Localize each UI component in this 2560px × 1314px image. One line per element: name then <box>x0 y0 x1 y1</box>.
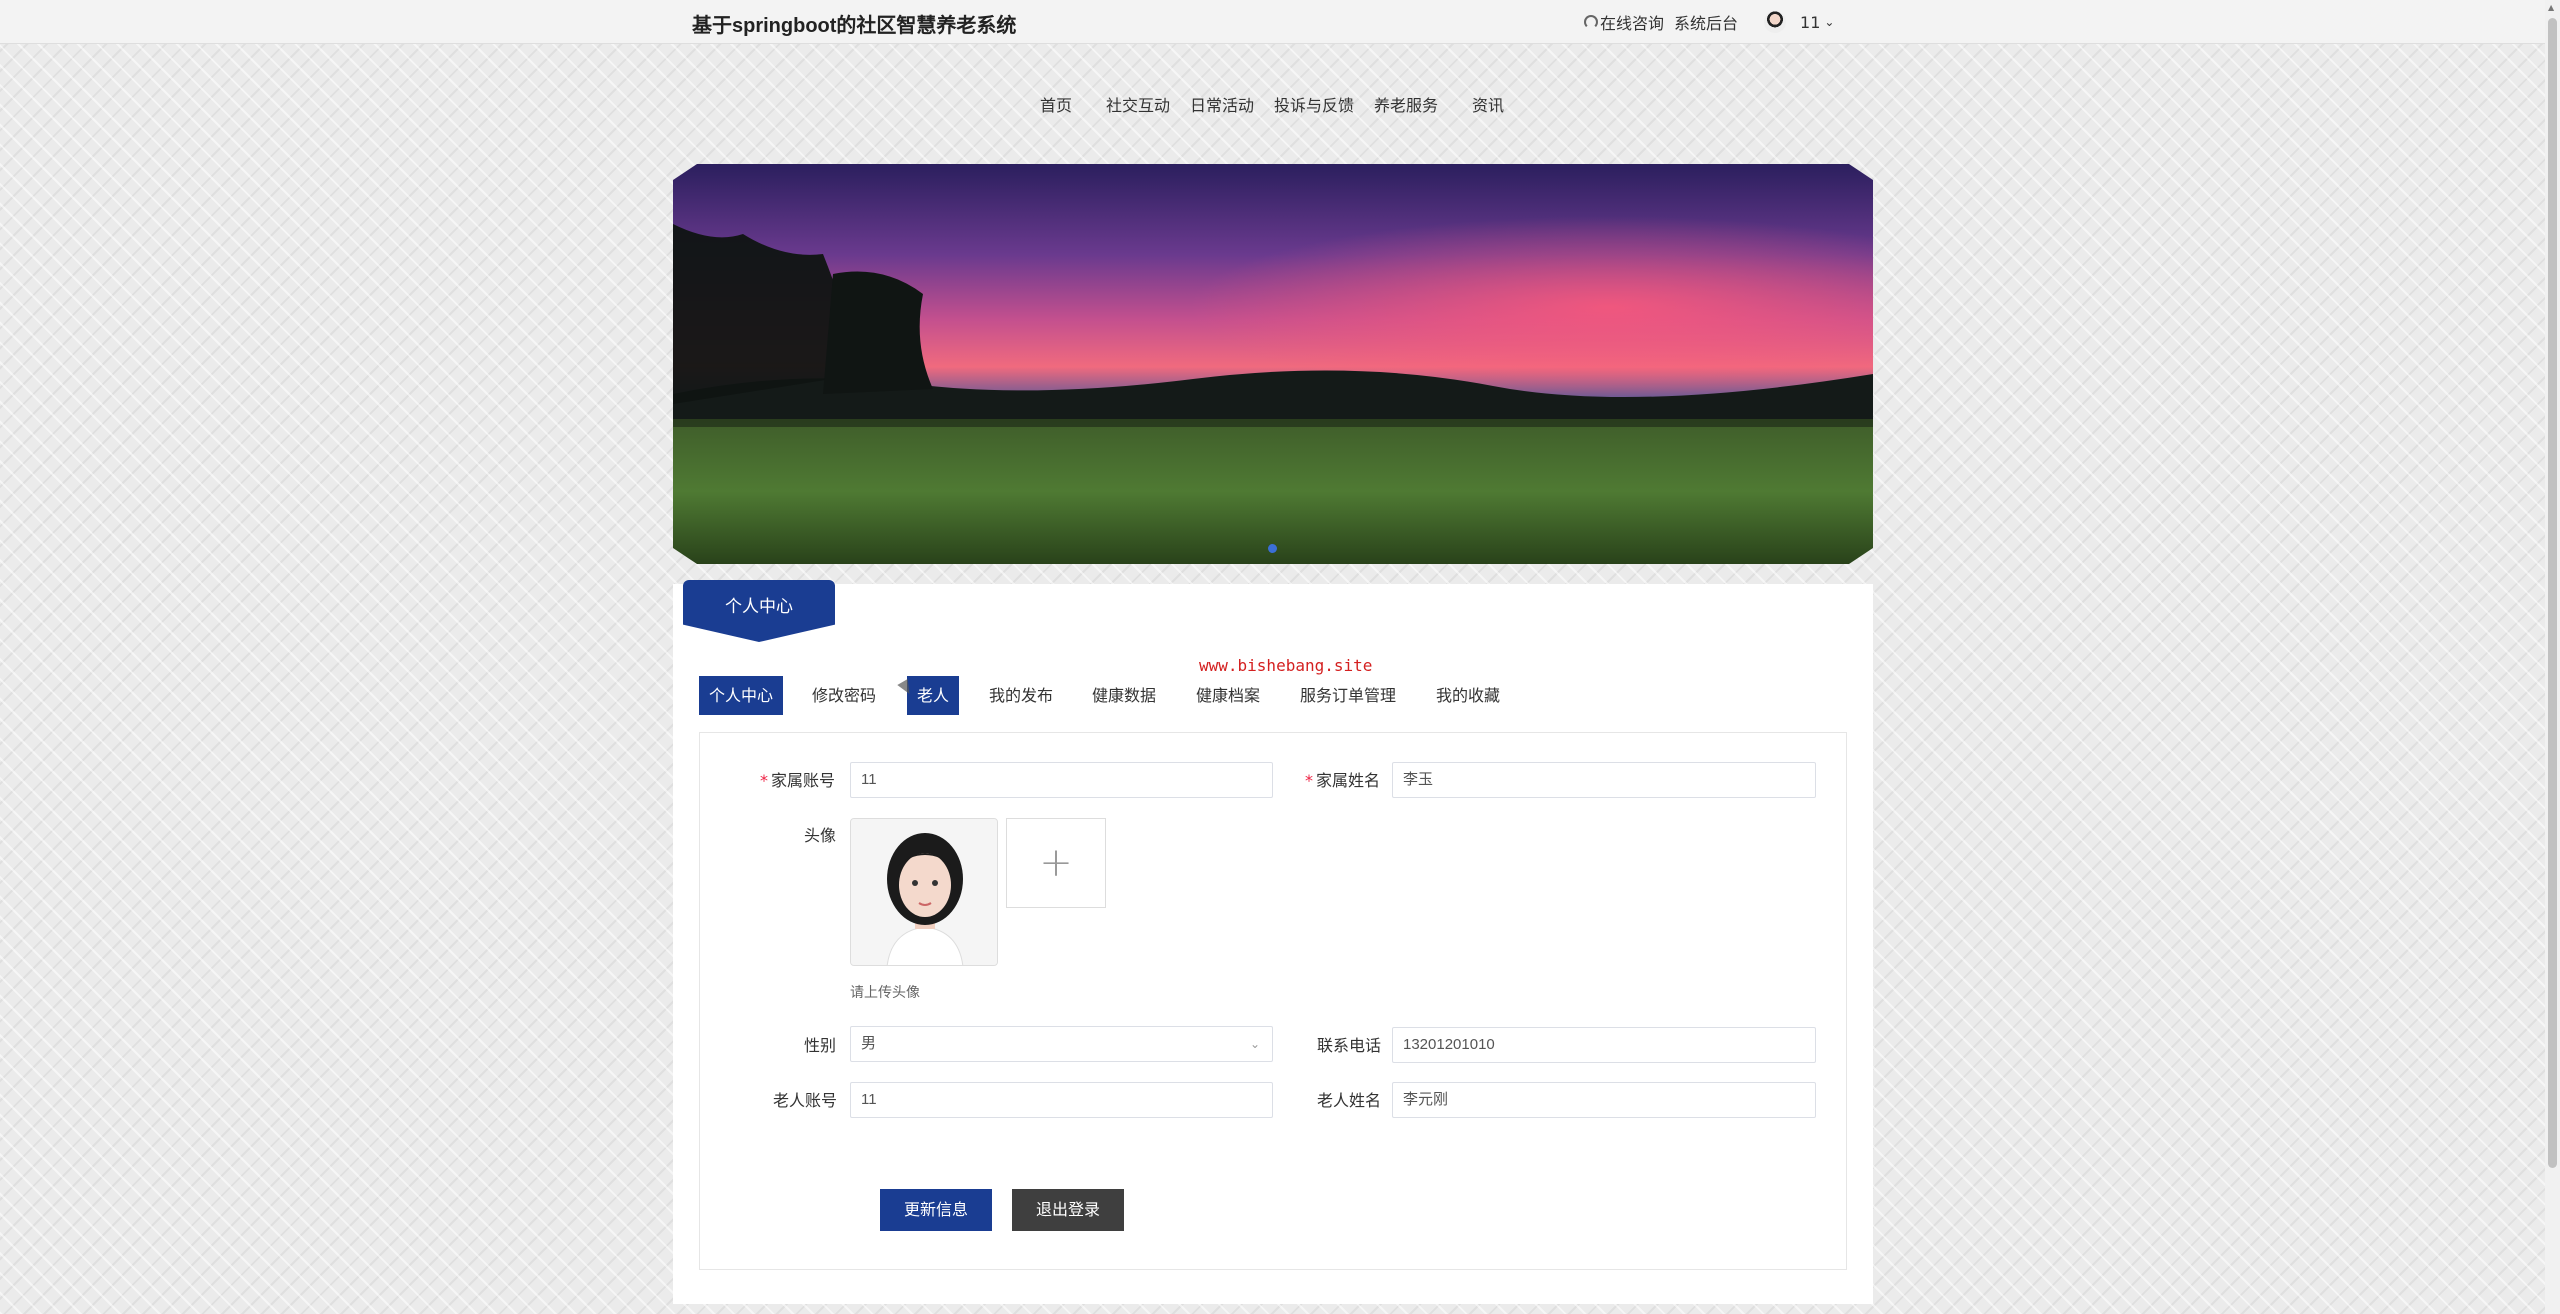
user-name: 11 <box>1800 12 1821 32</box>
banner-image <box>673 164 1873 564</box>
avatar <box>1764 11 1787 33</box>
tab-favorites[interactable]: 我的收藏 <box>1426 676 1510 715</box>
consult-label: 在线咨询 <box>1600 14 1665 33</box>
tab-my-posts[interactable]: 我的发布 <box>979 676 1063 715</box>
avatar-hint: 请上传头像 <box>850 985 920 1001</box>
elder-account-input[interactable]: 11 <box>850 1082 1273 1118</box>
gender-value: 男 <box>861 1035 877 1052</box>
nav-item-social[interactable]: 社交互动 <box>1106 92 1170 116</box>
family-account-input[interactable]: 11 <box>850 762 1273 798</box>
tab-elder[interactable]: 老人 <box>907 676 960 715</box>
scroll-up-icon[interactable]: ▲ <box>2548 3 2554 12</box>
site-title[interactable]: 基于springboot的社区智慧养老系统 <box>692 9 1016 38</box>
logout-button[interactable]: 退出登录 <box>1012 1189 1124 1231</box>
banner-carousel[interactable] <box>673 164 1873 564</box>
chevron-down-icon: ⌄ <box>1249 1037 1260 1051</box>
nav-item-home[interactable]: 首页 <box>1040 92 1072 116</box>
top-right-links: 在线咨询 系统后台 11 ⌄ <box>1584 10 1834 34</box>
upload-avatar-button[interactable]: + <box>1006 818 1106 908</box>
gender-label: 性别 <box>804 1036 837 1055</box>
elder-name-label: 老人姓名 <box>1317 1091 1382 1110</box>
nav-item-activities[interactable]: 日常活动 <box>1190 92 1254 116</box>
phone-label: 联系电话 <box>1317 1036 1382 1055</box>
nav-item-feedback[interactable]: 投诉与反馈 <box>1274 92 1354 116</box>
tab-health-data[interactable]: 健康数据 <box>1082 676 1166 715</box>
avatar-photo[interactable] <box>850 818 998 966</box>
update-info-button[interactable]: 更新信息 <box>880 1189 992 1231</box>
top-bar: 基于springboot的社区智慧养老系统 在线咨询 系统后台 11 ⌄ <box>0 0 2545 44</box>
nav-item-elderly-service[interactable]: 养老服务 <box>1374 92 1438 116</box>
phone-input[interactable]: 13201201010 <box>1392 1027 1816 1063</box>
headset-icon <box>1584 15 1598 29</box>
tab-personal-center[interactable]: 个人中心 <box>699 676 784 715</box>
watermark: www.bishebang.site <box>1199 656 1373 675</box>
elder-name-input[interactable]: 李元刚 <box>1392 1082 1816 1118</box>
family-name-input[interactable]: 李玉 <box>1392 762 1816 798</box>
carousel-indicator[interactable] <box>1268 544 1277 553</box>
nav-item-news[interactable]: 资讯 <box>1472 92 1504 116</box>
avatar-label: 头像 <box>804 826 837 845</box>
consult-link[interactable]: 在线咨询 <box>1584 10 1664 34</box>
scrollbar-thumb[interactable] <box>2548 18 2557 1168</box>
family-name-label: * 家属姓名 <box>1305 771 1381 790</box>
family-account-label: * 家属账号 <box>760 771 836 790</box>
elder-account-label: 老人账号 <box>773 1091 838 1110</box>
admin-link[interactable]: 系统后台 <box>1674 10 1738 34</box>
user-menu[interactable]: 11 ⌄ <box>1764 11 1834 33</box>
chevron-down-icon: ⌄ <box>1824 15 1835 29</box>
gender-select[interactable]: 男 ⌄ <box>850 1026 1273 1062</box>
tab-service-orders[interactable]: 服务订单管理 <box>1290 676 1406 715</box>
tab-health-records[interactable]: 健康档案 <box>1186 676 1270 715</box>
avatar-portrait <box>851 819 997 965</box>
tab-change-password[interactable]: 修改密码 <box>802 676 886 715</box>
plus-icon: + <box>1039 840 1073 886</box>
page-scrollbar[interactable]: ▲ <box>2545 0 2560 1314</box>
